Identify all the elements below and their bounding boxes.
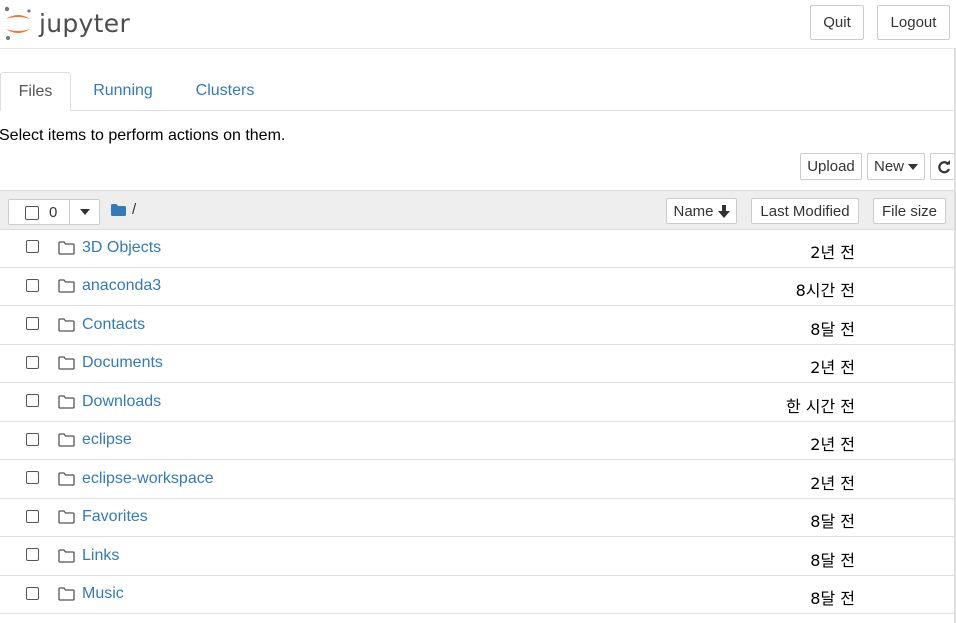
quit-button[interactable]: Quit <box>810 5 864 40</box>
folder-outline-icon <box>58 241 75 255</box>
sort-last-modified-button[interactable]: Last Modified <box>751 198 859 224</box>
list-item[interactable]: Documents 2년 전 <box>0 345 956 383</box>
item-checkbox[interactable] <box>26 317 39 330</box>
item-last-modified: 2년 전 <box>810 435 855 454</box>
item-name-link[interactable]: Downloads <box>82 393 161 411</box>
item-last-modified: 8달 전 <box>810 512 855 531</box>
list-item[interactable]: anaconda3 8시간 전 <box>0 268 956 306</box>
item-last-modified: 2년 전 <box>810 358 855 377</box>
folder-outline-icon <box>58 433 75 447</box>
sort-file-size-label: File size <box>881 202 937 220</box>
tab-clusters[interactable]: Clusters <box>182 72 268 110</box>
logout-button[interactable]: Logout <box>877 5 950 40</box>
select-all-control: 0 <box>8 199 100 225</box>
folder-outline-icon <box>58 472 75 486</box>
item-name-link[interactable]: eclipse-workspace <box>82 470 214 488</box>
folder-outline-icon <box>58 549 75 563</box>
tab-files-label: Files <box>18 82 53 100</box>
list-item[interactable]: 3D Objects 2년 전 <box>0 230 956 268</box>
tab-running[interactable]: Running <box>80 72 166 110</box>
item-last-modified: 2년 전 <box>810 243 855 262</box>
item-name-link[interactable]: Links <box>82 547 119 565</box>
selected-count: 0 <box>49 204 58 221</box>
new-label: New <box>873 158 904 175</box>
new-button[interactable]: New <box>867 153 925 180</box>
logout-label: Logout <box>890 14 937 31</box>
item-name-link[interactable]: anaconda3 <box>82 277 161 295</box>
refresh-icon <box>938 159 951 173</box>
item-last-modified: 8달 전 <box>810 589 855 608</box>
folder-outline-icon <box>58 318 75 332</box>
item-last-modified: 8달 전 <box>810 551 855 570</box>
folder-outline-icon <box>58 279 75 293</box>
header: jupyter Quit Logout <box>0 0 956 49</box>
item-name-link[interactable]: Documents <box>82 354 163 372</box>
item-last-modified: 8시간 전 <box>795 281 855 300</box>
selection-dropdown-button[interactable] <box>69 200 100 224</box>
item-last-modified: 2년 전 <box>810 474 855 493</box>
item-name-link[interactable]: Music <box>82 585 124 603</box>
sort-name-button[interactable]: Name <box>666 198 737 224</box>
item-last-modified: 한 시간 전 <box>785 397 855 416</box>
list-item[interactable]: Downloads 한 시간 전 <box>0 384 956 422</box>
item-name-link[interactable]: Favorites <box>82 508 148 526</box>
upload-button[interactable]: Upload <box>800 153 862 180</box>
item-checkbox[interactable] <box>26 394 39 407</box>
item-name-link[interactable]: Contacts <box>82 316 145 334</box>
jupyter-logo-icon <box>4 6 31 40</box>
upload-label: Upload <box>807 158 855 175</box>
item-checkbox[interactable] <box>26 587 39 600</box>
list-item[interactable]: Favorites 8달 전 <box>0 499 956 537</box>
breadcrumb-root[interactable]: / <box>132 201 136 218</box>
tab-running-label: Running <box>93 82 153 99</box>
select-all-checkbox[interactable] <box>25 206 39 220</box>
sort-name-label: Name <box>673 202 714 220</box>
list-item[interactable]: Links 8달 전 <box>0 538 956 576</box>
tab-clusters-label: Clusters <box>195 82 255 99</box>
item-checkbox[interactable] <box>26 279 39 292</box>
tab-files[interactable]: Files <box>0 72 71 111</box>
list-item[interactable]: eclipse 2년 전 <box>0 422 956 460</box>
item-last-modified: 8달 전 <box>810 320 855 339</box>
folder-solid-icon[interactable] <box>111 203 126 216</box>
item-checkbox[interactable] <box>26 356 39 369</box>
tab-bar: Files Running Clusters <box>0 72 956 111</box>
file-list-header: 0 / Name Last Modified File size <box>0 190 956 230</box>
refresh-button[interactable] <box>930 153 956 180</box>
item-checkbox[interactable] <box>26 510 39 523</box>
list-item[interactable]: Music 8달 전 <box>0 576 956 614</box>
item-name-link[interactable]: 3D Objects <box>82 239 161 257</box>
folder-outline-icon <box>58 356 75 370</box>
sort-last-modified-label: Last Modified <box>760 202 850 220</box>
list-item[interactable]: eclipse-workspace 2년 전 <box>0 461 956 499</box>
logo-text: jupyter <box>39 8 131 38</box>
caret-down-icon <box>80 209 90 215</box>
item-checkbox[interactable] <box>26 548 39 561</box>
list-item[interactable]: Contacts 8달 전 <box>0 307 956 345</box>
instructions-text: Select items to perform actions on them. <box>0 127 286 144</box>
item-checkbox[interactable] <box>26 240 39 253</box>
breadcrumb: / <box>111 201 136 218</box>
quit-label: Quit <box>823 14 851 31</box>
item-checkbox[interactable] <box>26 433 39 446</box>
jupyter-logo[interactable]: jupyter <box>3 5 130 41</box>
item-name-link[interactable]: eclipse <box>82 431 132 449</box>
sort-file-size-button[interactable]: File size <box>873 198 946 224</box>
folder-outline-icon <box>58 510 75 524</box>
item-checkbox[interactable] <box>26 471 39 484</box>
folder-outline-icon <box>58 395 75 409</box>
caret-down-icon <box>908 163 918 170</box>
folder-outline-icon <box>58 587 75 601</box>
arrow-down-icon <box>717 204 730 218</box>
